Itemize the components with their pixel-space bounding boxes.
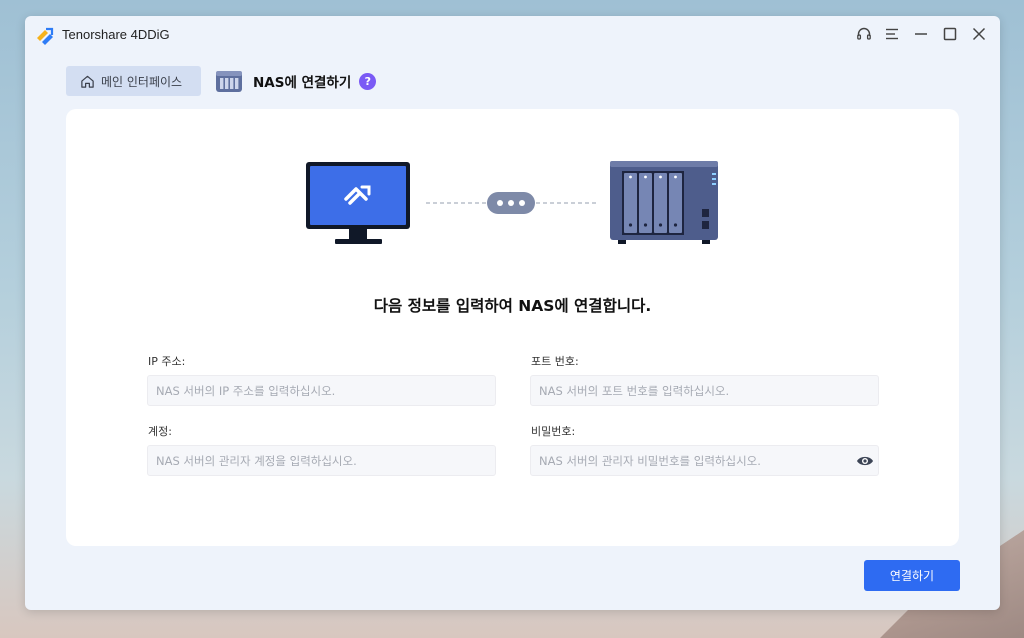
- ip-address-input[interactable]: [147, 375, 496, 406]
- instruction-heading: 다음 정보를 입력하여 NAS에 연결합니다.: [373, 297, 652, 315]
- app-title: Tenorshare 4DDiG: [62, 27, 170, 42]
- connect-button[interactable]: 연결하기: [864, 560, 960, 591]
- maximize-icon: [943, 27, 957, 41]
- maximize-button[interactable]: [939, 23, 961, 45]
- port-number-input[interactable]: [530, 375, 879, 406]
- connecting-dots-icon: [487, 192, 535, 214]
- main-card: 다음 정보를 입력하여 NAS에 연결합니다. IP 주소: 포트 번호: 계정…: [66, 109, 959, 546]
- app-window: Tenorshare 4DDiG 메인 인터페이스 NAS에 연결하기 ? 다음…: [25, 16, 1000, 610]
- close-button[interactable]: [968, 23, 990, 45]
- help-icon[interactable]: ?: [359, 72, 377, 90]
- title-bar: Tenorshare 4DDiG: [25, 16, 1000, 54]
- minimize-icon: [915, 33, 927, 35]
- support-button[interactable]: [853, 23, 875, 45]
- account-label: 계정:: [148, 425, 172, 438]
- home-label: 메인 인터페이스: [101, 74, 183, 89]
- close-icon: [972, 27, 986, 41]
- app-logo-icon: [37, 27, 54, 45]
- current-page-crumb: NAS에 연결하기 ?: [215, 66, 377, 96]
- page-title: NAS에 연결하기: [253, 75, 352, 91]
- show-password-icon[interactable]: [856, 454, 874, 468]
- home-icon: [81, 75, 94, 88]
- password-label: 비밀번호:: [531, 425, 576, 438]
- password-input[interactable]: [530, 445, 879, 476]
- menu-button[interactable]: [881, 23, 903, 45]
- nas-icon: [216, 71, 242, 92]
- ip-label: IP 주소:: [148, 355, 186, 368]
- minimize-button[interactable]: [910, 23, 932, 45]
- account-input[interactable]: [147, 445, 496, 476]
- nas-connection-illustration: [306, 161, 718, 244]
- headset-icon: [857, 27, 871, 40]
- home-button[interactable]: 메인 인터페이스: [66, 66, 201, 96]
- port-label: 포트 번호:: [531, 355, 579, 368]
- menu-icon: [886, 28, 898, 40]
- nas-device-icon: [610, 161, 718, 244]
- computer-monitor-icon: [306, 162, 410, 244]
